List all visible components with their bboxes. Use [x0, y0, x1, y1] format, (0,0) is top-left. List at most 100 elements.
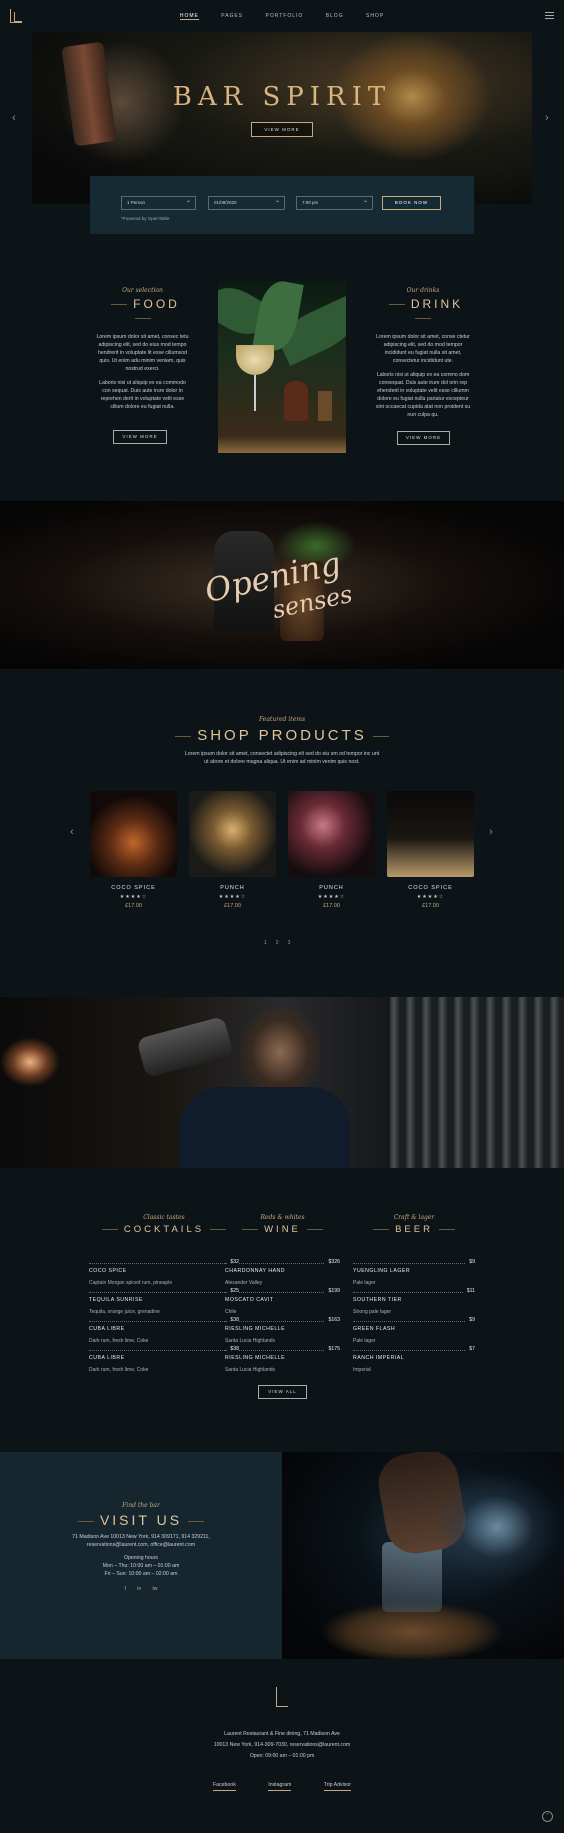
menu-item-name: YUENGLING LAGER — [353, 1268, 414, 1274]
product-card[interactable]: PUNCH ★★★★☆ £17.00 — [288, 791, 375, 909]
product-image[interactable] — [288, 791, 375, 877]
bartender-banner — [0, 997, 564, 1168]
footer-hours: Open: 09:00 am – 01:00 pm — [249, 1753, 315, 1759]
food-view-more-button[interactable]: VIEW MORE — [113, 430, 167, 444]
product-card[interactable]: PUNCH ★★★★☆ £17.00 — [189, 791, 276, 909]
persons-select[interactable]: 1 Person — [121, 195, 196, 210]
product-card[interactable]: COCO SPICE ★★★★☆ £17.00 — [90, 791, 177, 909]
time-select[interactable]: 7:00 pm — [296, 195, 373, 210]
product-name[interactable]: PUNCH — [288, 885, 375, 891]
beer-menu: Craft & lager BEER YUENGLING LAGER $9 Pale… — [353, 1214, 475, 1373]
opening-hours-title: Opening hours — [123, 1555, 159, 1561]
drink-title: DRINK — [374, 297, 472, 325]
food-paragraph-1: Lorem ipsum dolor sit amet, consec tetu … — [96, 334, 189, 372]
menu-item-price: $7 — [466, 1346, 475, 1352]
visit-us-section: Find the bar VISIT US 71 Madison Ave 100… — [0, 1452, 282, 1659]
menu-item-name: COCO SPICE — [89, 1268, 130, 1274]
facebook-icon[interactable]: f — [124, 1586, 125, 1592]
nav-item-home[interactable]: HOME — [179, 13, 199, 20]
nav-item-portfolio[interactable]: PORTFOLIO — [265, 13, 303, 19]
footer-logo[interactable] — [276, 1687, 288, 1707]
twitter-icon[interactable]: tw — [153, 1586, 158, 1592]
menu-item-name: RIESLING MICHELLE — [225, 1355, 289, 1361]
menu-item-desc: Strong pale lager — [353, 1309, 392, 1315]
pagination-dot-2[interactable]: 2 — [276, 940, 288, 946]
menu-item-name: CUBA LIBRE — [89, 1355, 128, 1361]
menu-item-price: $163 — [325, 1317, 340, 1323]
cocktails-subtitle: Classic tastes — [143, 1214, 185, 1221]
shop-next-arrow-icon[interactable]: › — [489, 826, 493, 838]
menu-item-price: $11 — [463, 1288, 475, 1294]
drink-subtitle: Our drinks — [406, 287, 440, 294]
menu-item-name: RANCH IMPERIAL — [353, 1355, 408, 1361]
footer-link-tripadvisor[interactable]: Trip Advisor — [323, 1782, 351, 1791]
menu-item-name: SOUTHERN TIER — [353, 1297, 405, 1303]
shop-description: Lorem ipsum dolor sit amet, consectet ad… — [184, 751, 380, 765]
shop-prev-arrow-icon[interactable]: ‹ — [70, 826, 74, 838]
menu-item: GREEN FLASH $9 Pale lager — [353, 1317, 475, 1344]
food-section: Our selection FOOD Lorem ipsum dolor sit… — [95, 287, 190, 411]
product-name[interactable]: COCO SPICE — [387, 885, 474, 891]
menu-item-price: $25 — [227, 1288, 239, 1294]
food-subtitle: Our selection — [122, 287, 163, 294]
menu-item-desc: Alexander Valley — [225, 1280, 263, 1286]
product-card[interactable]: COCO SPICE ★★★★☆ £17.00 — [387, 791, 474, 909]
wine-subtitle: Reds & whites — [260, 1214, 305, 1221]
product-rating: ★★★★☆ — [416, 894, 445, 900]
menu-item-name: RIESLING MICHELLE — [225, 1326, 289, 1332]
menu-item-price: $38 — [227, 1346, 239, 1352]
footer-link-instagram[interactable]: Instagram — [268, 1782, 292, 1791]
footer: Laurent Restaurant & Fine dining, 71 Mad… — [0, 1660, 564, 1833]
food-title: FOOD — [95, 297, 190, 325]
menu-item: CUBA LIBRE $38 Dark rum, fresh lime, Coke — [89, 1317, 239, 1344]
back-to-top-icon[interactable]: ⌃ — [542, 1811, 553, 1822]
drink-section: Our drinks DRINK Lorem ipsum dolor sit a… — [374, 287, 472, 419]
powered-by-text: *Powered by OpenTable — [121, 216, 170, 221]
menu-item-price: $9 — [466, 1259, 475, 1265]
hamburger-menu-icon[interactable] — [545, 12, 554, 19]
product-price: £17.00 — [422, 903, 439, 909]
view-all-menu-button[interactable]: VIEW ALL — [258, 1385, 307, 1399]
date-select[interactable]: 01/09/2020 — [208, 195, 285, 210]
instagram-icon[interactable]: in — [137, 1586, 141, 1592]
pagination-dot-1[interactable]: 1 — [264, 940, 276, 946]
main-menu: HOME PAGES PORTFOLIO BLOG SHOP — [0, 13, 564, 20]
footer-links: Facebook Instagram Trip Advisor — [0, 1773, 564, 1791]
product-image[interactable] — [189, 791, 276, 877]
drink-view-more-button[interactable]: VIEW MORE — [397, 431, 450, 445]
opening-hours-weekdays: Mon – Thu: 10:00 am – 01:00 am — [102, 1563, 180, 1569]
nav-item-pages[interactable]: PAGES — [221, 13, 243, 19]
book-now-button[interactable]: BOOK NOW — [382, 196, 441, 210]
nav-item-shop[interactable]: SHOP — [366, 13, 384, 19]
menu-item-desc: Imperial — [353, 1367, 371, 1373]
product-image[interactable] — [387, 791, 474, 877]
product-name[interactable]: PUNCH — [189, 885, 276, 891]
menu-item-price: $199 — [325, 1288, 340, 1294]
pagination-dot-3[interactable]: 3 — [288, 940, 300, 946]
shop-header: Featured items SHOP PRODUCTS Lorem ipsum… — [0, 716, 564, 766]
product-price: £17.00 — [323, 903, 340, 909]
slider-prev-arrow-icon[interactable]: ‹ — [12, 112, 16, 124]
menu-item: YUENGLING LAGER $9 Pale lager — [353, 1259, 475, 1286]
product-rating: ★★★★☆ — [317, 894, 346, 900]
opening-senses-banner: Opening senses — [0, 501, 564, 669]
shop-title: SHOP PRODUCTS — [0, 727, 564, 744]
menu-item-desc: Santa Lucia Highlands — [225, 1367, 276, 1373]
menu-item: MOSCATO CAVIT $199 Chile — [225, 1288, 340, 1315]
product-image[interactable] — [90, 791, 177, 877]
nav-item-blog[interactable]: BLOG — [326, 13, 344, 19]
shop-pagination: 123 — [264, 940, 299, 946]
wine-title: WINE — [225, 1224, 340, 1235]
footer-address-line-1: Laurent Restaurant & Fine dining, 71 Mad… — [224, 1731, 340, 1737]
menu-item-name: GREEN FLASH — [353, 1326, 399, 1332]
visit-subtitle: Find the bar — [122, 1502, 160, 1509]
smoke-glass-photo — [282, 1452, 564, 1659]
menu-item-desc: Dark rum, fresh lime, Coke — [89, 1338, 149, 1344]
hero-view-more-button[interactable]: VIEW MORE — [251, 122, 313, 137]
menu-item-price: $9 — [466, 1317, 475, 1323]
product-name[interactable]: COCO SPICE — [90, 885, 177, 891]
footer-link-facebook[interactable]: Facebook — [213, 1782, 236, 1791]
opening-hours-weekend: Fri – Sun: 10:00 am – 02:00 am — [104, 1571, 178, 1577]
slider-next-arrow-icon[interactable]: › — [545, 112, 549, 124]
menu-item-desc: Pale lager — [353, 1338, 376, 1344]
